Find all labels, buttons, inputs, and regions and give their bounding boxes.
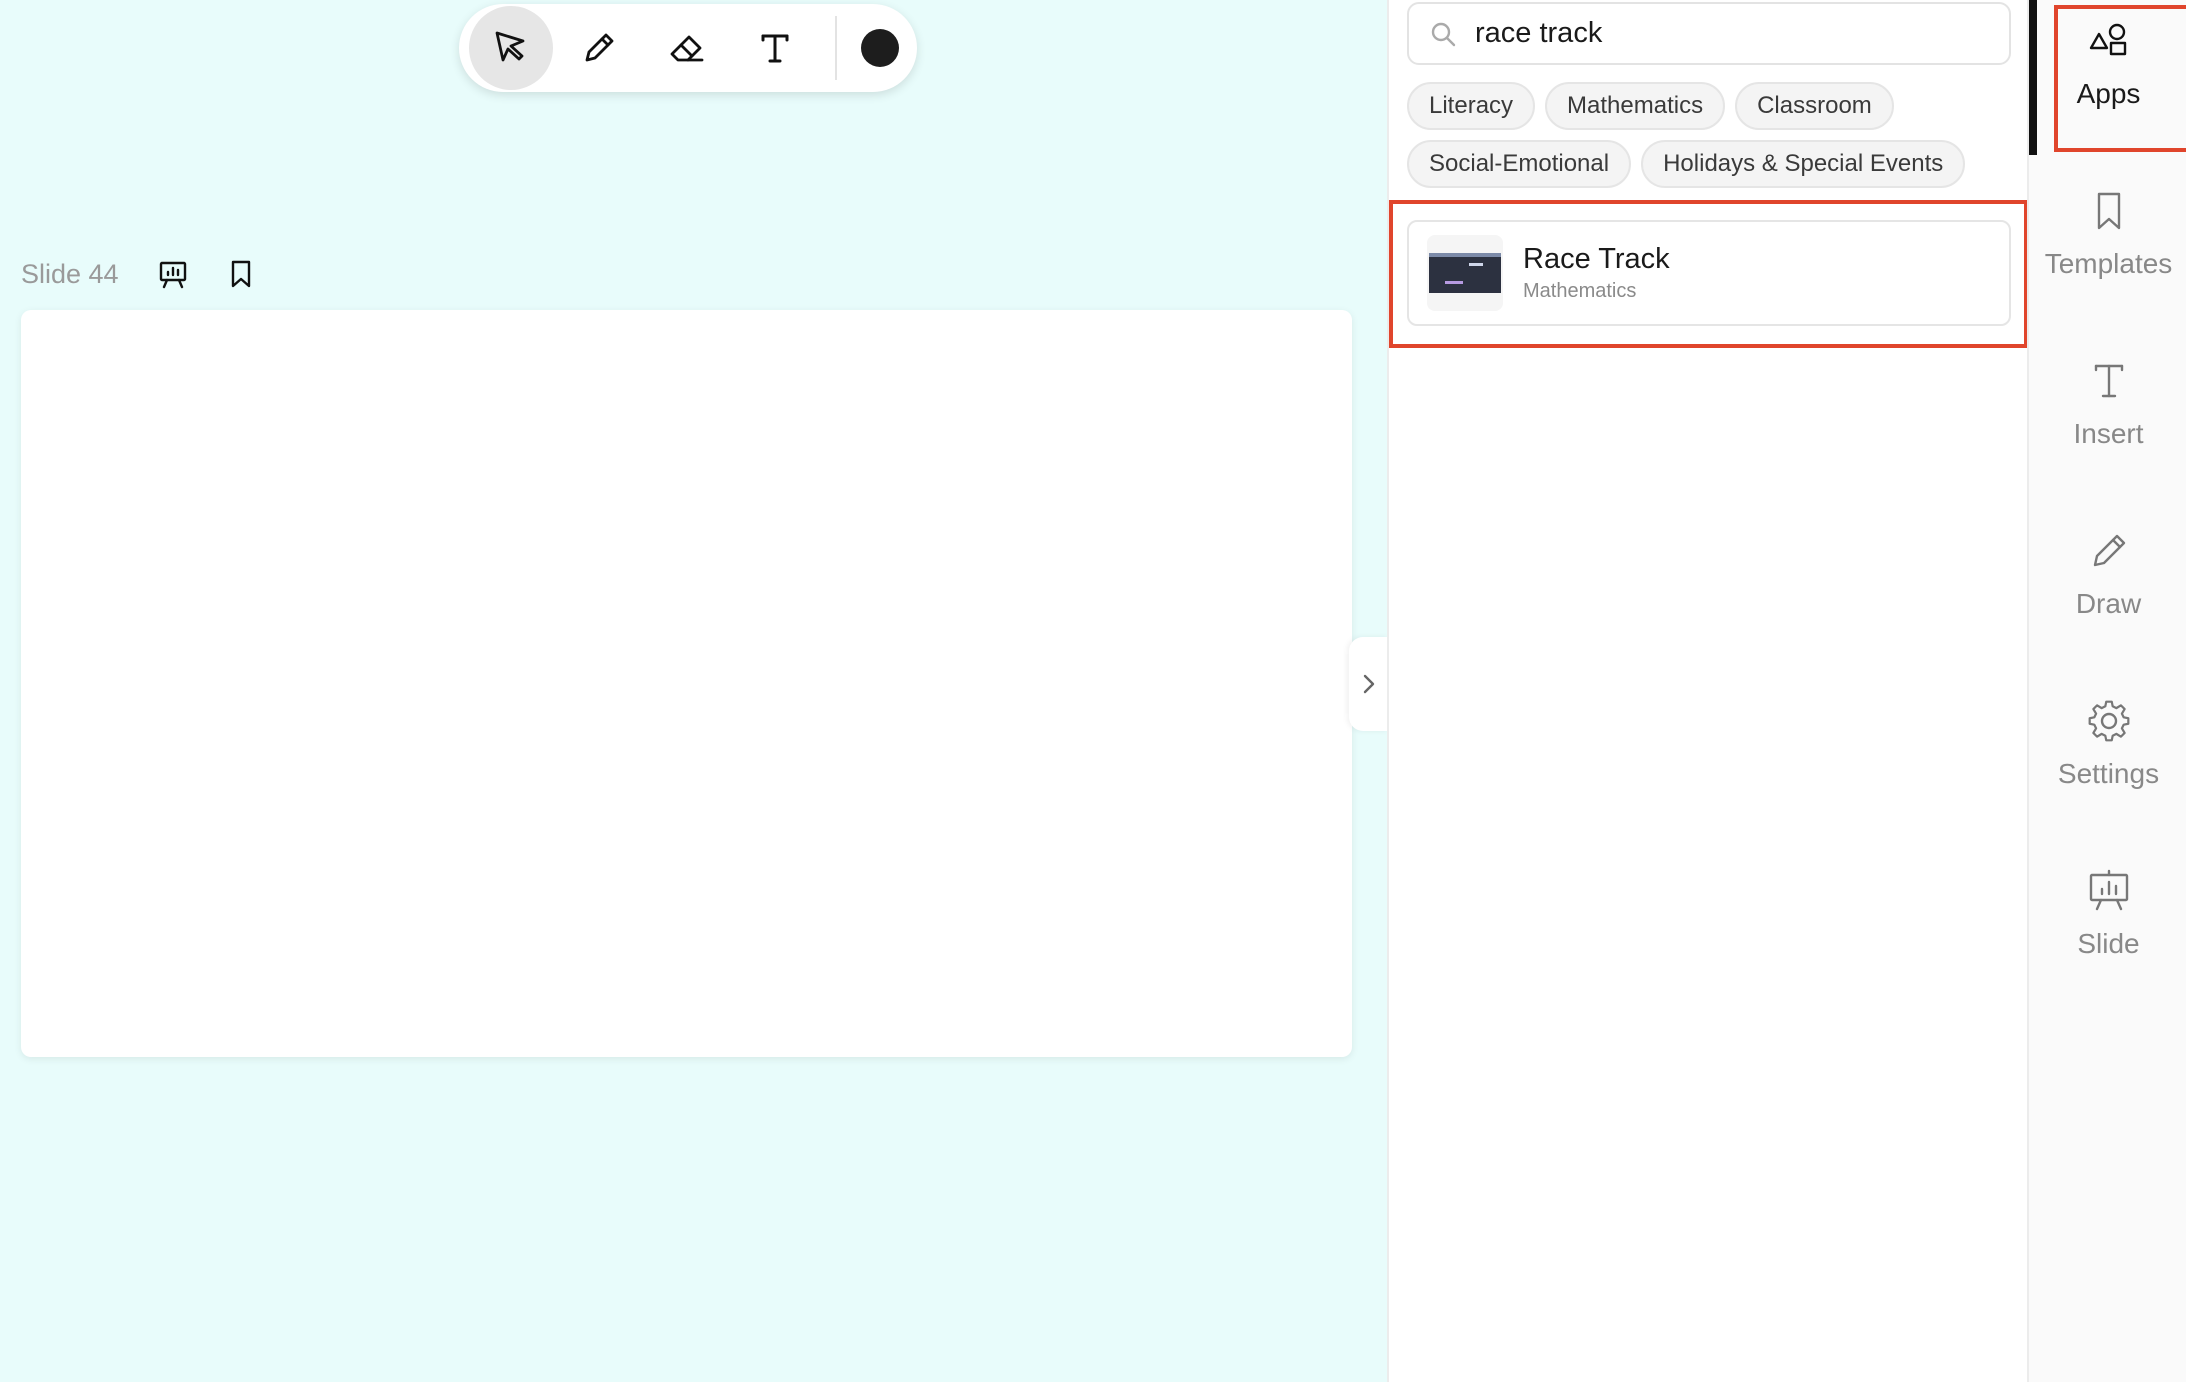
chip-mathematics[interactable]: Mathematics (1545, 82, 1726, 130)
result-card-race-track[interactable]: Race Track Mathematics (1407, 220, 2011, 326)
slide-header: Slide 44 (21, 252, 291, 296)
result-category: Mathematics (1523, 280, 1637, 302)
bookmark-slide-button[interactable] (223, 256, 259, 292)
chip-row-1: Literacy Mathematics Classroom (1407, 82, 2027, 130)
select-tool-button[interactable] (469, 6, 553, 90)
chip-holidays-special-events[interactable]: Holidays & Special Events (1641, 140, 1966, 188)
presentation-icon (159, 261, 186, 289)
chip-classroom[interactable]: Classroom (1735, 82, 1894, 130)
present-slide-button[interactable] (155, 256, 191, 292)
app-thumbnail (1427, 235, 1503, 311)
app-search-box[interactable] (1407, 2, 2011, 65)
chevron-right-icon (1363, 674, 1375, 694)
apps-highlight-outline (2054, 5, 2186, 152)
chip-row-2: Social-Emotional Holidays & Special Even… (1407, 140, 2027, 188)
toolbar-divider (835, 16, 837, 80)
drawing-toolbar (459, 4, 917, 92)
text-tool-button[interactable] (733, 6, 817, 90)
presentation-icon (2089, 869, 2128, 911)
nav-item-settings[interactable]: Settings (2029, 680, 2186, 830)
apps-panel: Literacy Mathematics Classroom Social-Em… (1387, 0, 2028, 1382)
eraser-icon (670, 35, 704, 62)
nav-item-slide[interactable]: Slide (2029, 850, 2186, 1000)
chip-literacy[interactable]: Literacy (1407, 82, 1536, 130)
chip-social-emotional[interactable]: Social-Emotional (1407, 140, 1632, 188)
collapse-panel-button[interactable] (1349, 637, 1389, 731)
canvas-area: Slide 44 (0, 0, 1389, 1382)
gear-icon (2088, 700, 2129, 742)
nav-item-templates[interactable]: Templates (2029, 170, 2186, 320)
category-chips: Literacy Mathematics Classroom Social-Em… (1407, 82, 2027, 198)
result-text: Race Track Mathematics (1523, 243, 1670, 303)
cursor-icon (495, 31, 525, 62)
nav-label-slide: Slide (2077, 928, 2140, 959)
pen-tool-button[interactable] (557, 6, 641, 90)
bookmark-icon (2097, 192, 2120, 230)
thumbnail-preview (1429, 253, 1501, 293)
result-title: Race Track (1523, 243, 1670, 275)
nav-item-insert[interactable]: Insert (2029, 340, 2186, 490)
nav-label-settings: Settings (2057, 758, 2160, 789)
color-picker-swatch[interactable] (861, 29, 899, 67)
pencil-icon (585, 33, 614, 62)
text-icon (761, 34, 789, 63)
bookmark-icon (231, 260, 250, 288)
eraser-tool-button[interactable] (645, 6, 729, 90)
nav-item-draw[interactable]: Draw (2029, 510, 2186, 660)
nav-label-draw: Draw (2075, 588, 2142, 619)
app-search-input[interactable] (1475, 17, 1975, 50)
nav-label-templates: Templates (2044, 248, 2173, 279)
slide-number-label: Slide 44 (21, 258, 119, 289)
search-icon (1431, 22, 1456, 46)
right-nav: Apps Templates Insert Draw Settings Slid… (2027, 0, 2186, 1382)
text-icon (2094, 364, 2123, 398)
slide-canvas[interactable] (21, 310, 1352, 1057)
pencil-icon (2093, 534, 2125, 567)
nav-label-insert: Insert (2073, 418, 2144, 449)
